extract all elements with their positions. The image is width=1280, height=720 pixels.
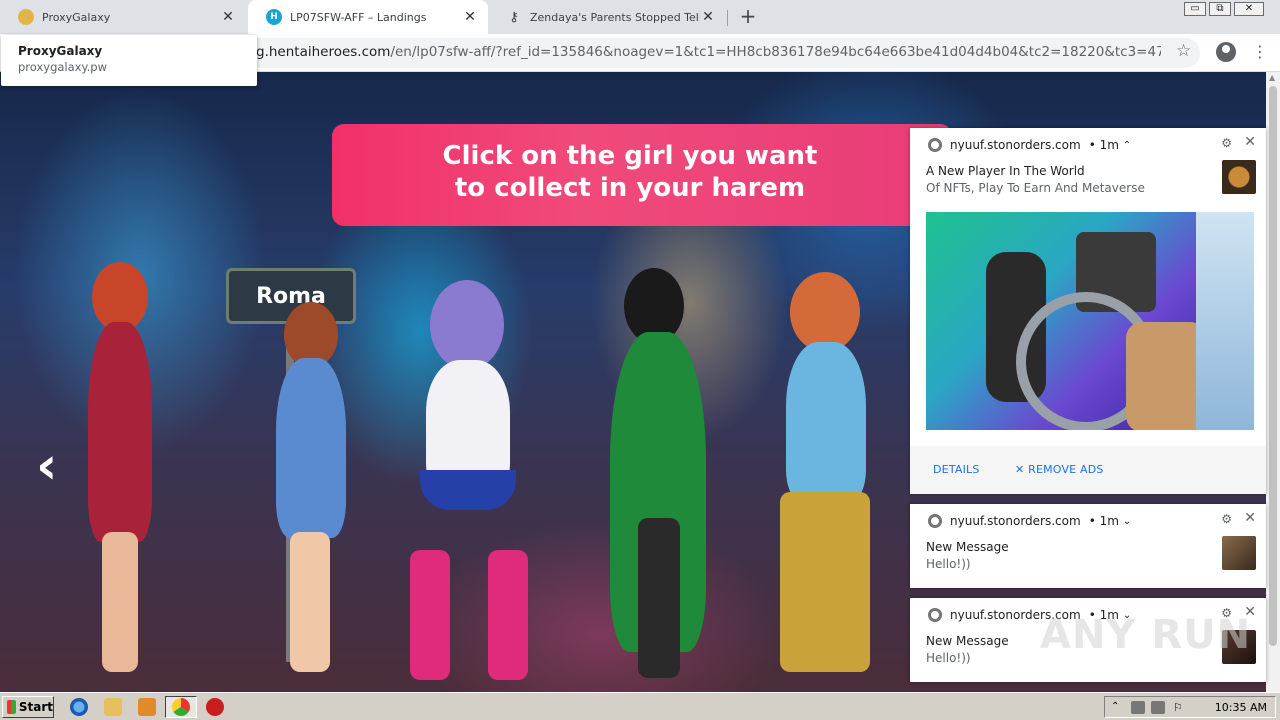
notification-title: New Message [926, 634, 1009, 648]
start-button[interactable]: Start [2, 696, 54, 718]
chevron-up-icon[interactable]: ⌃ [1123, 140, 1131, 151]
close-icon[interactable]: ✕ [700, 9, 716, 25]
gear-icon[interactable]: ⚙ [1221, 512, 1232, 526]
tab-hover-card: ProxyGalaxy proxygalaxy.pw [1, 35, 257, 86]
avatar-thumbnail [1222, 536, 1256, 570]
character-skirt [420, 470, 516, 510]
notification-ad[interactable]: nyuuf.stonorders.com • 1m ⌃ ⚙ ✕ A New Pl… [910, 128, 1266, 494]
character-legs [638, 518, 680, 678]
banner-text: Click on the girl you want to collect in… [430, 140, 830, 204]
character-legs [290, 532, 330, 672]
chrome-icon [928, 138, 942, 152]
character-body [786, 342, 866, 502]
windows-logo-icon [7, 700, 16, 714]
url-text[interactable]: g.hentaiheroes.com/en/lp07sfw-aff/?ref_i… [256, 44, 1161, 60]
notification-hero-image [926, 212, 1254, 430]
screen: ProxyGalaxy ✕ H LP07SFW-AFF – Landings ✕… [0, 0, 1280, 720]
tab-title: ProxyGalaxy [42, 10, 111, 24]
banner-line-2: to collect in your harem [454, 173, 806, 203]
remove-ads-button[interactable]: ✕ REMOVE ADS [1015, 463, 1104, 476]
url-path: /en/lp07sfw-aff/?ref_id=135846&noagev=1&… [390, 44, 1161, 60]
proxygalaxy-favicon [18, 9, 34, 25]
close-icon[interactable]: ✕ [220, 9, 236, 25]
notification-time: • 1m [1088, 138, 1119, 152]
scrollbar-thumb[interactable] [1269, 86, 1277, 646]
system-tray: ⌃ ⚐ 10:35 AM [1104, 696, 1276, 718]
ie-icon[interactable] [70, 698, 88, 716]
notification-message-1[interactable]: nyuuf.stonorders.com • 1m ⌄ ⚙ ✕ New Mess… [910, 504, 1266, 588]
tray-expand-icon[interactable]: ⌃ [1111, 701, 1125, 714]
folder-icon[interactable] [104, 698, 122, 716]
tab-strip: ProxyGalaxy ✕ H LP07SFW-AFF – Landings ✕… [0, 0, 1280, 34]
gear-icon[interactable]: ⚙ [1221, 136, 1232, 150]
close-icon[interactable]: ✕ [1244, 510, 1256, 526]
key-icon: ⚷ [509, 9, 519, 25]
hero-stairs [1196, 212, 1254, 430]
bitcoin-thumbnail [1222, 160, 1256, 194]
notification-domain: nyuuf.stonorders.com [950, 514, 1081, 528]
hover-card-domain: proxygalaxy.pw [18, 60, 107, 74]
watermark: ANY RUN [1040, 612, 1252, 658]
tab-title: Zendaya's Parents Stopped Telling H [530, 10, 700, 24]
chrome-icon [928, 608, 942, 622]
chrome-icon[interactable] [172, 698, 190, 716]
chevron-down-icon[interactable]: ⌄ [1123, 516, 1131, 527]
tab-zendaya[interactable]: ⚷ Zendaya's Parents Stopped Telling H ✕ [488, 0, 726, 34]
character-body [88, 322, 152, 542]
start-label: Start [18, 700, 53, 714]
page-scrollbar[interactable]: ▲ [1266, 72, 1280, 692]
character-body [276, 358, 346, 538]
profile-icon[interactable] [1216, 42, 1236, 62]
landing-favicon: H [266, 9, 282, 25]
character-blue-dress[interactable] [256, 302, 356, 682]
character-red-dress[interactable] [70, 262, 170, 682]
notification-actions: DETAILS ✕ REMOVE ADS [910, 446, 1266, 494]
hero-figure-2 [1126, 322, 1206, 430]
media-player-icon[interactable] [138, 698, 156, 716]
prev-arrow-icon[interactable]: ‹ [36, 440, 66, 492]
restore-button[interactable]: ⧉ [1209, 2, 1231, 16]
notification-source: nyuuf.stonorders.com • 1m ⌃ [928, 138, 1131, 152]
volume-icon[interactable] [1131, 701, 1145, 714]
notification-source: nyuuf.stonorders.com • 1m ⌄ [928, 514, 1131, 528]
tab-title: LP07SFW-AFF – Landings [290, 10, 427, 24]
scroll-up-icon[interactable]: ▲ [1269, 74, 1277, 82]
character-boot [488, 550, 528, 680]
character-green-dress[interactable] [590, 268, 720, 688]
banner-line-1: Click on the girl you want [442, 141, 818, 171]
tab-separator [727, 10, 728, 26]
tab-landings[interactable]: H LP07SFW-AFF – Landings ✕ [248, 0, 488, 34]
hover-card-title: ProxyGalaxy [18, 44, 103, 58]
notification-time: • 1m [1088, 514, 1119, 528]
character-boot [410, 550, 450, 680]
window-close-button[interactable]: ✕ [1234, 2, 1264, 16]
notification-message: Hello!)) [926, 557, 971, 571]
notification-domain: nyuuf.stonorders.com [950, 138, 1081, 152]
menu-icon[interactable]: ⋮ [1252, 40, 1268, 64]
bookmark-star-icon[interactable]: ☆ [1176, 41, 1191, 61]
character-head [430, 280, 504, 370]
minimize-button[interactable]: ▭ [1184, 2, 1206, 16]
details-button[interactable]: DETAILS [933, 463, 980, 476]
taskbar: Start ⌃ ⚐ 10:35 AM [0, 692, 1280, 720]
notification-message: Of NFTs, Play To Earn And Metaverse [926, 181, 1145, 195]
network-icon[interactable] [1151, 701, 1165, 714]
flag-icon[interactable]: ⚐ [1173, 701, 1187, 714]
chrome-icon [928, 514, 942, 528]
clock: 10:35 AM [1214, 701, 1267, 714]
new-tab-button[interactable]: + [736, 6, 760, 28]
notification-message: Hello!)) [926, 651, 971, 665]
character-legs [102, 532, 138, 672]
character-armored[interactable] [750, 272, 900, 682]
close-icon[interactable]: ✕ [1244, 134, 1256, 150]
url-host: g.hentaiheroes.com [256, 44, 391, 60]
character-armor-legs [780, 492, 870, 672]
close-icon[interactable]: ✕ [462, 9, 478, 25]
character-sailor[interactable] [390, 280, 540, 690]
notification-title: A New Player In The World [926, 164, 1085, 178]
character-head [790, 272, 860, 352]
notification-title: New Message [926, 540, 1009, 554]
tab-proxygalaxy[interactable]: ProxyGalaxy ✕ [0, 0, 246, 34]
security-icon[interactable] [206, 698, 224, 716]
